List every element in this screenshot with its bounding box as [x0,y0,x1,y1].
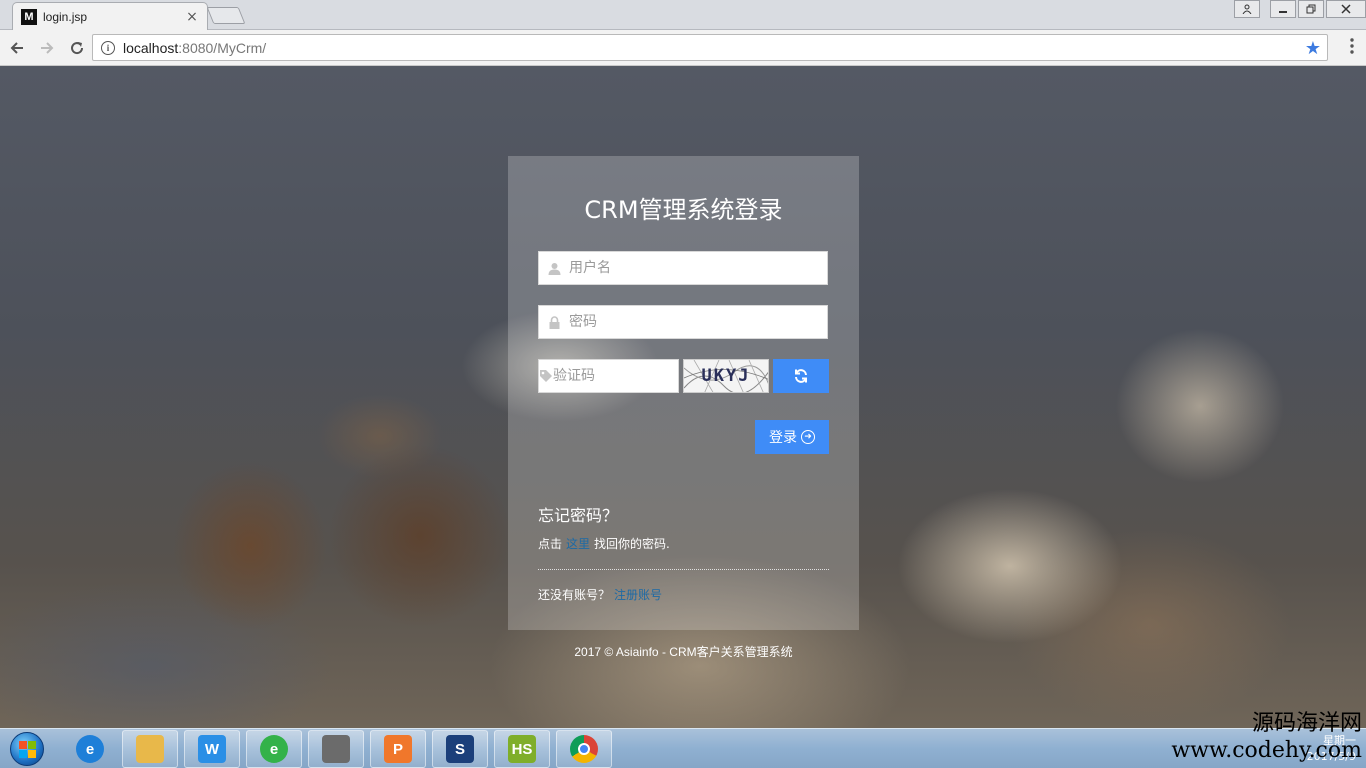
url-path: :8080/MyCrm/ [178,39,267,56]
forward-icon[interactable] [34,35,60,61]
internet-explorer-icon: e [76,735,104,763]
footer-copyright: 2017 © Asiainfo - CRM客户关系管理系统 [574,645,793,659]
username-field [538,251,828,285]
taskbar-item-browser-360[interactable]: e [246,730,302,768]
login-panel: CRM管理系统登录 UKYJ [508,156,859,630]
captcha-text: UKYJ [701,366,751,386]
browser-tab-active[interactable]: M login.jsp × [12,2,208,30]
wps-writer-icon: W [198,735,226,763]
media-app-icon [322,735,350,763]
forgot-password-link[interactable]: 这里 [566,537,590,551]
back-icon[interactable] [4,35,30,61]
taskbar-item-file-explorer[interactable] [122,730,178,768]
forgot-prefix: 点击 [538,537,563,551]
wps-writer-icon-glyph: W [204,740,220,758]
eclipse-s-icon-glyph: S [454,740,465,758]
tab-close-icon[interactable]: × [185,9,199,25]
windows-taskbar: e We P S HS 星期一 2017/5/9 [0,728,1366,768]
close-window-button[interactable] [1326,0,1366,18]
taskbar-item-internet-explorer[interactable]: e [62,730,118,768]
password-field [538,305,828,339]
reload-icon[interactable] [64,35,90,61]
register-prefix: 还没有账号？ [538,588,611,602]
captcha-image[interactable]: UKYJ [683,359,769,393]
watermark-line1: 源码海洋网 [1251,711,1362,736]
username-input[interactable] [569,252,827,284]
watermark-line2: www.codehy.com [1171,738,1362,763]
internet-explorer-icon-glyph: e [85,740,95,758]
windows-logo-icon [10,732,44,766]
chrome-icon [570,735,598,763]
taskbar-item-hs-app[interactable]: HS [494,730,550,768]
browser-toolbar: i localhost:8080/MyCrm/ ★ [0,30,1366,66]
bookmark-star-icon[interactable]: ★ [1305,38,1321,59]
tab-title: login.jsp [43,9,88,24]
forgot-suffix: 找回你的密码. [594,537,670,551]
site-favicon-icon: M [21,8,37,25]
file-explorer-icon [136,735,164,763]
url-host: localhost [123,39,179,56]
refresh-captcha-button[interactable] [773,359,829,393]
login-button[interactable]: 登录 ➜ [755,420,829,454]
browser-360-icon: e [260,735,288,763]
browser-360-icon-glyph: e [269,740,279,758]
page-background: CRM管理系统登录 UKYJ [0,66,1366,728]
password-input[interactable] [569,306,827,338]
login-button-label: 登录 [769,430,797,446]
taskbar-item-wps-presentation[interactable]: P [370,730,426,768]
hs-app-icon-glyph: HS [511,740,533,758]
restore-window-button[interactable] [1298,0,1324,18]
taskbar-item-wps-writer[interactable]: W [184,730,240,768]
register-text: 还没有账号？ 注册账号 [538,586,666,603]
browser-tab-bar: M login.jsp × [0,0,1366,30]
divider [538,569,829,570]
new-tab-button[interactable] [206,7,246,24]
browser-menu-icon[interactable] [1350,38,1354,54]
lock-icon [539,315,569,329]
login-title: CRM管理系统登录 [584,196,783,224]
forgot-password-title: 忘记密码？ [538,506,619,525]
profile-icon[interactable] [1234,0,1260,18]
taskbar-item-media-app[interactable] [308,730,364,768]
address-bar[interactable]: i localhost:8080/MyCrm/ ★ [92,34,1328,61]
register-link[interactable]: 注册账号 [614,588,662,602]
user-icon [539,262,569,275]
taskbar-item-chrome[interactable] [556,730,612,768]
eclipse-s-icon: S [446,735,474,763]
site-watermark: 源码海洋网 www.codehy.com [1171,710,1362,764]
wps-presentation-icon-glyph: P [392,740,403,758]
refresh-icon [795,369,807,383]
forgot-password-text: 点击 这里 找回你的密码. [538,535,670,552]
hs-app-icon: HS [508,735,536,763]
start-button[interactable] [4,730,50,768]
window-controls [1232,0,1366,18]
taskbar-item-eclipse-s[interactable]: S [432,730,488,768]
tag-icon [539,369,553,383]
arrow-right-circle-icon: ➜ [801,430,815,444]
minimize-window-button[interactable] [1270,0,1296,18]
wps-presentation-icon: P [384,735,412,763]
site-info-icon[interactable]: i [101,40,115,55]
captcha-field [538,359,727,393]
